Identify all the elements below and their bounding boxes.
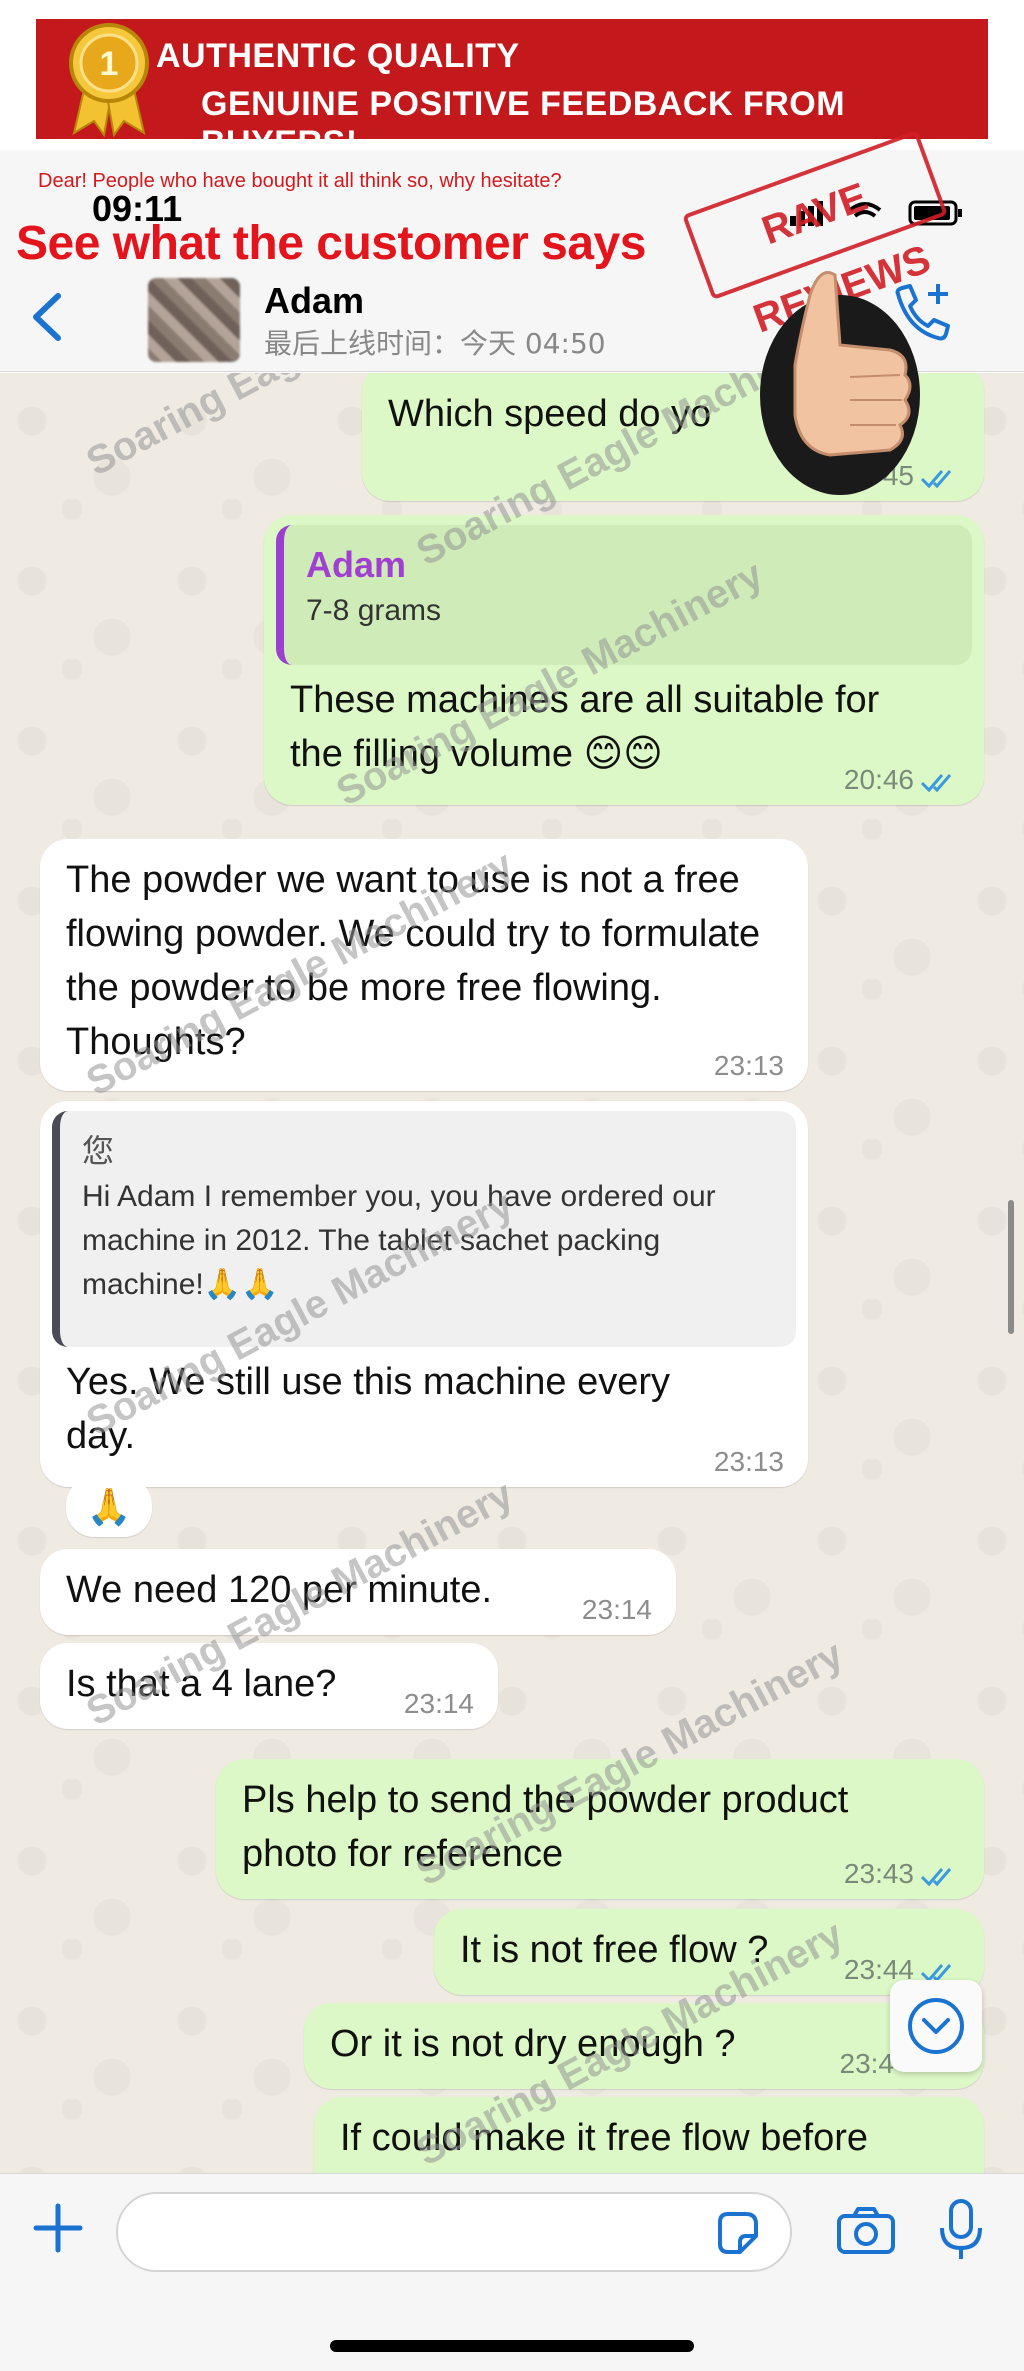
contact-last-seen: 最后上线时间：今天 04:50 [264,327,606,360]
message-bubble-outgoing[interactable]: If could make it free flow before [314,2097,984,2173]
quote-author: 您 [82,1132,115,1170]
message-text: Yes. We still use this machine every day… [66,1361,671,1457]
message-time: 23:14 [581,1594,652,1625]
message-bubble-incoming[interactable]: 您 Hi Adam I remember you, you have order… [40,1101,808,1487]
thumbs-up-icon [760,271,920,495]
double-check-icon [920,774,952,793]
message-text: If could make it free flow before [340,2117,869,2159]
message-bubble-incoming[interactable]: Is that a 4 lane? 23:14 [40,1643,498,1729]
message-bubble-outgoing[interactable]: Adam 7-8 grams These machines are all su… [264,515,984,805]
message-text: Is that a 4 lane? [66,1663,337,1705]
chat-area[interactable]: Which speed do yo 45 Adam 7-8 grams Thes… [0,373,1024,2173]
message-bubble-outgoing[interactable]: Or it is not dry enough ? 23:4 [304,2003,984,2089]
sticker-icon[interactable] [712,2208,762,2258]
banner-title: AUTHENTIC QUALITY [156,37,520,75]
back-chevron-icon[interactable] [28,290,68,344]
quote-text: 7-8 grams [306,594,442,627]
medal-icon: 1 [69,23,149,137]
message-time: 23:13 [713,1446,784,1477]
message-text: We need 120 per minute. [66,1569,493,1611]
message-text: Pls help to send the powder product phot… [242,1779,849,1875]
scroll-to-bottom-button[interactable] [890,1980,982,2072]
message-input[interactable] [116,2192,792,2272]
scrollbar[interactable] [1008,1200,1014,1334]
double-check-icon [920,1868,952,1887]
quote-text: Hi Adam I remember you, you have ordered… [82,1180,716,1301]
message-text: These machines are all suitable for the … [290,679,880,775]
message-time: 23:13 [713,1050,784,1081]
message-time: 23:4 [839,2048,895,2079]
contact-name[interactable]: Adam [264,280,364,322]
reaction-bubble[interactable]: 🙏 [66,1477,152,1537]
message-bubble-outgoing[interactable]: Pls help to send the powder product phot… [216,1759,984,1899]
message-bubble-incoming[interactable]: The powder we want to use is not a free … [40,839,808,1091]
message-time: 23:14 [403,1688,474,1719]
home-indicator[interactable] [330,2340,694,2352]
message-bubble-incoming[interactable]: We need 120 per minute. 23:14 [40,1549,676,1635]
avatar[interactable] [148,278,240,362]
message-text: It is not free flow ? [460,1929,769,1971]
promo-headline: See what the customer says [16,217,646,270]
quote-author: Adam [306,544,407,585]
quoted-message[interactable]: 您 Hi Adam I remember you, you have order… [52,1111,796,1347]
message-text: Or it is not dry enough ? [330,2023,736,2065]
quoted-message[interactable]: Adam 7-8 grams [276,525,972,665]
mic-icon[interactable] [936,2198,986,2262]
message-text: Which speed do yo [388,393,712,435]
message-time: 20:46 [844,765,960,795]
message-text: The powder we want to use is not a free … [66,859,761,1063]
plus-icon[interactable] [30,2200,86,2256]
reaction-emoji: 🙏 [86,1486,132,1527]
svg-text:1: 1 [100,45,119,83]
scroll-down-chevron-icon [908,1998,964,2054]
promo-banner: 1 AUTHENTIC QUALITY GENUINE POSITIVE FEE… [36,19,988,162]
message-time: 23:43 [844,1859,960,1889]
camera-icon[interactable] [836,2206,896,2256]
